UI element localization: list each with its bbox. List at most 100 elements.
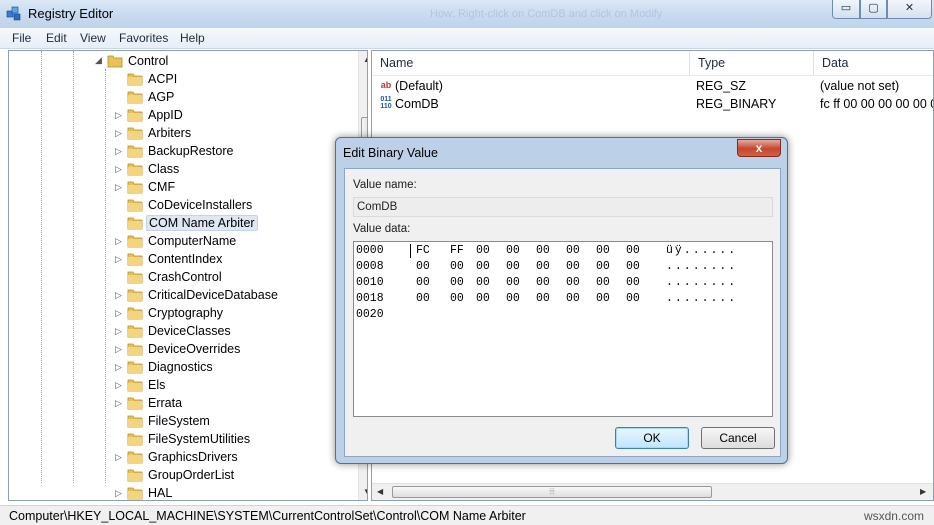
dialog-body: Value name: ComDB Value data: 0000 FC FF 00… [344,168,781,457]
minimize-icon: ▭ [840,2,852,14]
tree-item[interactable]: ▷ DeviceClasses [9,322,349,340]
menu-help[interactable]: Help [180,31,205,45]
expand-arrow-icon[interactable]: ▷ [115,254,124,265]
value-name-field[interactable]: ComDB [353,197,773,217]
ok-button[interactable]: OK [615,427,689,449]
key-tree-pane[interactable]: ◢ Control ACPI AGP ▷ AppID ▷ Arbiters ▷ BackupR… [8,50,368,501]
folder-icon [127,307,143,320]
tree-item[interactable]: ▷ Els [9,376,349,394]
tree-item[interactable]: ACPI [9,70,349,88]
list-horizontal-scrollbar[interactable]: ◀ ⦙⦙⦙ ▶ [372,483,933,500]
tree-item[interactable]: ▷ Arbiters [9,124,349,142]
scroll-thumb[interactable]: ⦙⦙⦙ [392,486,712,498]
tree-item[interactable]: ▷ AppID [9,106,349,124]
dialog-title: Edit Binary Value [343,146,438,160]
close-button[interactable]: ✕ [887,0,932,19]
expand-arrow-icon[interactable]: ▷ [115,362,124,373]
tree-item[interactable]: ▷ DeviceOverrides [9,340,349,358]
tree-item[interactable]: ▷ BackupRestore [9,142,349,160]
tree-item[interactable]: ▷ Errata [9,394,349,412]
tree-item-label: BackupRestore [148,144,234,158]
hex-byte: 00 [506,276,520,289]
dialog-close-button[interactable]: x [737,139,781,157]
scroll-right-arrow-icon[interactable]: ▶ [920,487,926,496]
hex-byte: 00 [626,276,640,289]
tree-item-control[interactable]: ◢ Control [9,52,349,70]
value-name-label: Value name: [353,179,417,191]
expand-arrow-icon[interactable]: ▷ [115,344,124,355]
hex-address: 0010 [356,276,384,289]
tree-item[interactable]: ▷ HAL [9,484,349,500]
scroll-up-arrow-icon[interactable]: ▲ [363,55,367,64]
folder-icon [127,415,143,428]
maximize-button[interactable]: ▢ [860,0,887,19]
tree-item-label: CrashControl [148,270,222,284]
maximize-icon: ▢ [868,2,879,14]
binary-value-icon: 011 110 [380,96,392,110]
hex-byte: 00 [596,276,610,289]
cancel-button[interactable]: Cancel [701,427,775,449]
tree-item-label: Arbiters [148,126,192,140]
tree-item[interactable]: AGP [9,88,349,106]
expand-arrow-icon[interactable]: ▷ [115,146,124,157]
hex-byte: 00 [450,276,464,289]
expand-arrow-icon[interactable]: ▷ [115,182,124,193]
tree-item-label: Cryptography [148,306,224,320]
tree-item-label: AppID [148,108,183,122]
hex-byte: 00 [626,292,640,305]
tree-item[interactable]: CrashControl [9,268,349,286]
tree-item[interactable]: COM Name Arbiter [9,214,349,232]
minimize-button[interactable]: ▭ [832,0,860,19]
menu-view[interactable]: View [80,31,106,45]
edit-binary-value-dialog[interactable]: Edit Binary Value x Value name: ComDB Va… [335,137,788,464]
tree-item[interactable]: ▷ Cryptography [9,304,349,322]
tree-item[interactable]: FileSystemUtilities [9,430,349,448]
expand-arrow-icon[interactable]: ▷ [115,308,124,319]
expand-arrow-icon[interactable]: ▷ [115,128,124,139]
expand-arrow-icon[interactable]: ▷ [115,326,124,337]
tree-item[interactable]: ▷ GraphicsDrivers [9,448,349,466]
collapse-arrow-icon[interactable]: ◢ [95,55,104,66]
expand-arrow-icon[interactable]: ▷ [115,290,124,301]
folder-icon [127,343,143,356]
folder-icon [127,127,143,140]
hex-ascii: ........ [666,260,738,273]
hex-byte: 00 [416,276,430,289]
expand-arrow-icon[interactable]: ▷ [115,488,124,499]
expand-arrow-icon[interactable]: ▷ [115,110,124,121]
title-bar[interactable]: Registry Editor How: Right-click on ComD… [0,0,934,28]
tree-item[interactable]: ▷ CriticalDeviceDatabase [9,286,349,304]
tree-item[interactable]: CoDeviceInstallers [9,196,349,214]
tree-item[interactable]: ▷ CMF [9,178,349,196]
expand-arrow-icon[interactable]: ▷ [115,164,124,175]
hex-byte: 00 [476,260,490,273]
scroll-down-arrow-icon[interactable]: ▼ [363,487,367,496]
tree-item[interactable]: FileSystem [9,412,349,430]
expand-arrow-icon[interactable]: ▷ [115,452,124,463]
expand-arrow-icon[interactable]: ▷ [115,398,124,409]
hex-address: 0018 [356,292,384,305]
column-header-name[interactable]: Name [372,51,690,75]
hex-byte: 00 [626,244,640,257]
value-data: fc ff 00 00 00 00 00 00 [820,97,934,111]
menu-file[interactable]: File [12,31,31,45]
menu-edit[interactable]: Edit [46,31,67,45]
menu-favorites[interactable]: Favorites [119,31,168,45]
folder-icon [127,469,143,482]
tree-item[interactable]: ▷ Class [9,160,349,178]
tree-item[interactable]: ▷ ComputerName [9,232,349,250]
expand-arrow-icon[interactable]: ▷ [115,380,124,391]
folder-icon [127,451,143,464]
tree-item[interactable]: ▷ Diagnostics [9,358,349,376]
expand-arrow-icon[interactable]: ▷ [115,236,124,247]
hex-byte: 00 [596,292,610,305]
status-bar: Computer\HKEY_LOCAL_MACHINE\SYSTEM\Curre… [0,505,934,525]
tree-item[interactable]: ▷ ContentIndex [9,250,349,268]
tree-item[interactable]: GroupOrderList [9,466,349,484]
hex-byte: 00 [450,260,464,273]
column-header-type[interactable]: Type [690,51,814,75]
tree-item-label: GroupOrderList [148,468,235,482]
column-header-data[interactable]: Data [814,51,933,75]
value-data-hex-editor[interactable]: 0000 FC FF 00 00 00 00 00 00 üÿ...... 0008 00 00 00 00… [353,241,773,417]
scroll-left-arrow-icon[interactable]: ◀ [377,487,383,496]
